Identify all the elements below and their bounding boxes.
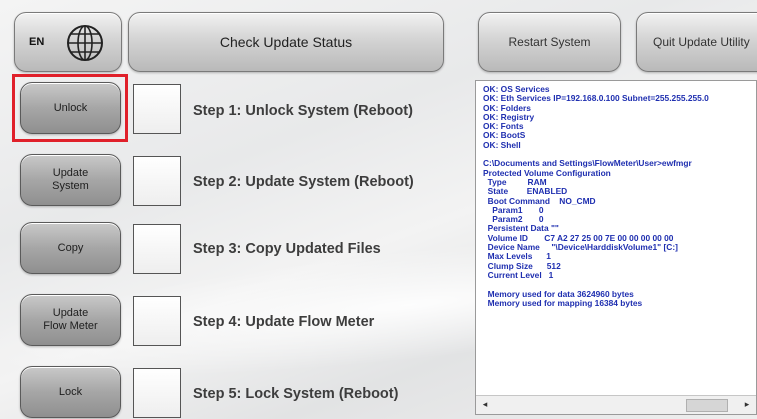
- step-2-status-box: [133, 156, 181, 206]
- update-flow-meter-label-line2: Flow Meter: [43, 320, 98, 332]
- step-4-status-box: [133, 296, 181, 346]
- highlight-box: [12, 74, 128, 142]
- check-update-status-label: Check Update Status: [219, 33, 353, 50]
- scroll-left-icon[interactable]: ◂: [478, 398, 492, 411]
- copy-button[interactable]: Copy: [20, 222, 121, 274]
- update-system-button[interactable]: Update System: [20, 154, 121, 206]
- log-line: Current Level 1: [483, 269, 554, 280]
- lock-button-label: Lock: [58, 385, 83, 398]
- quit-update-utility-button[interactable]: Quit Update Utility: [636, 12, 757, 72]
- step-3-status-box: [133, 224, 181, 274]
- step-5-label: Step 5: Lock System (Reboot): [193, 386, 399, 402]
- log-line: OK: Shell: [483, 139, 521, 150]
- language-button[interactable]: EN: [14, 12, 122, 72]
- lock-button[interactable]: Lock: [20, 366, 121, 418]
- log-output-panel[interactable]: OK: OS Services OK: Eth Services IP=192.1…: [475, 80, 757, 415]
- update-system-label-line2: System: [52, 180, 89, 192]
- log-line: Memory used for mapping 16384 bytes: [483, 297, 643, 308]
- scroll-thumb[interactable]: [686, 399, 728, 412]
- horizontal-scrollbar[interactable]: ◂ ▸: [476, 395, 756, 414]
- update-flow-meter-button[interactable]: Update Flow Meter: [20, 294, 121, 346]
- step-2-label: Step 2: Update System (Reboot): [193, 174, 414, 190]
- step-1-status-box: [133, 84, 181, 134]
- check-update-status-button[interactable]: Check Update Status: [128, 12, 444, 72]
- log-text: OK: OS Services OK: Eth Services IP=192.1…: [483, 85, 756, 392]
- update-system-label-line1: Update: [52, 167, 89, 179]
- language-code: EN: [29, 35, 45, 48]
- step-4-label: Step 4: Update Flow Meter: [193, 314, 375, 330]
- log-line: OK: Registry: [483, 111, 535, 122]
- restart-system-label: Restart System: [508, 34, 591, 49]
- log-line: OK: BootS: [483, 130, 526, 141]
- step-5-status-box: [133, 368, 181, 418]
- update-flow-meter-label-line1: Update: [52, 307, 89, 319]
- globe-icon: [67, 25, 103, 61]
- quit-update-utility-label: Quit Update Utility: [653, 34, 750, 49]
- copy-button-label: Copy: [57, 241, 84, 254]
- step-3-label: Step 3: Copy Updated Files: [193, 241, 381, 257]
- step-1-label: Step 1: Unlock System (Reboot): [193, 103, 413, 119]
- scroll-right-icon[interactable]: ▸: [740, 398, 754, 411]
- restart-system-button[interactable]: Restart System: [478, 12, 621, 72]
